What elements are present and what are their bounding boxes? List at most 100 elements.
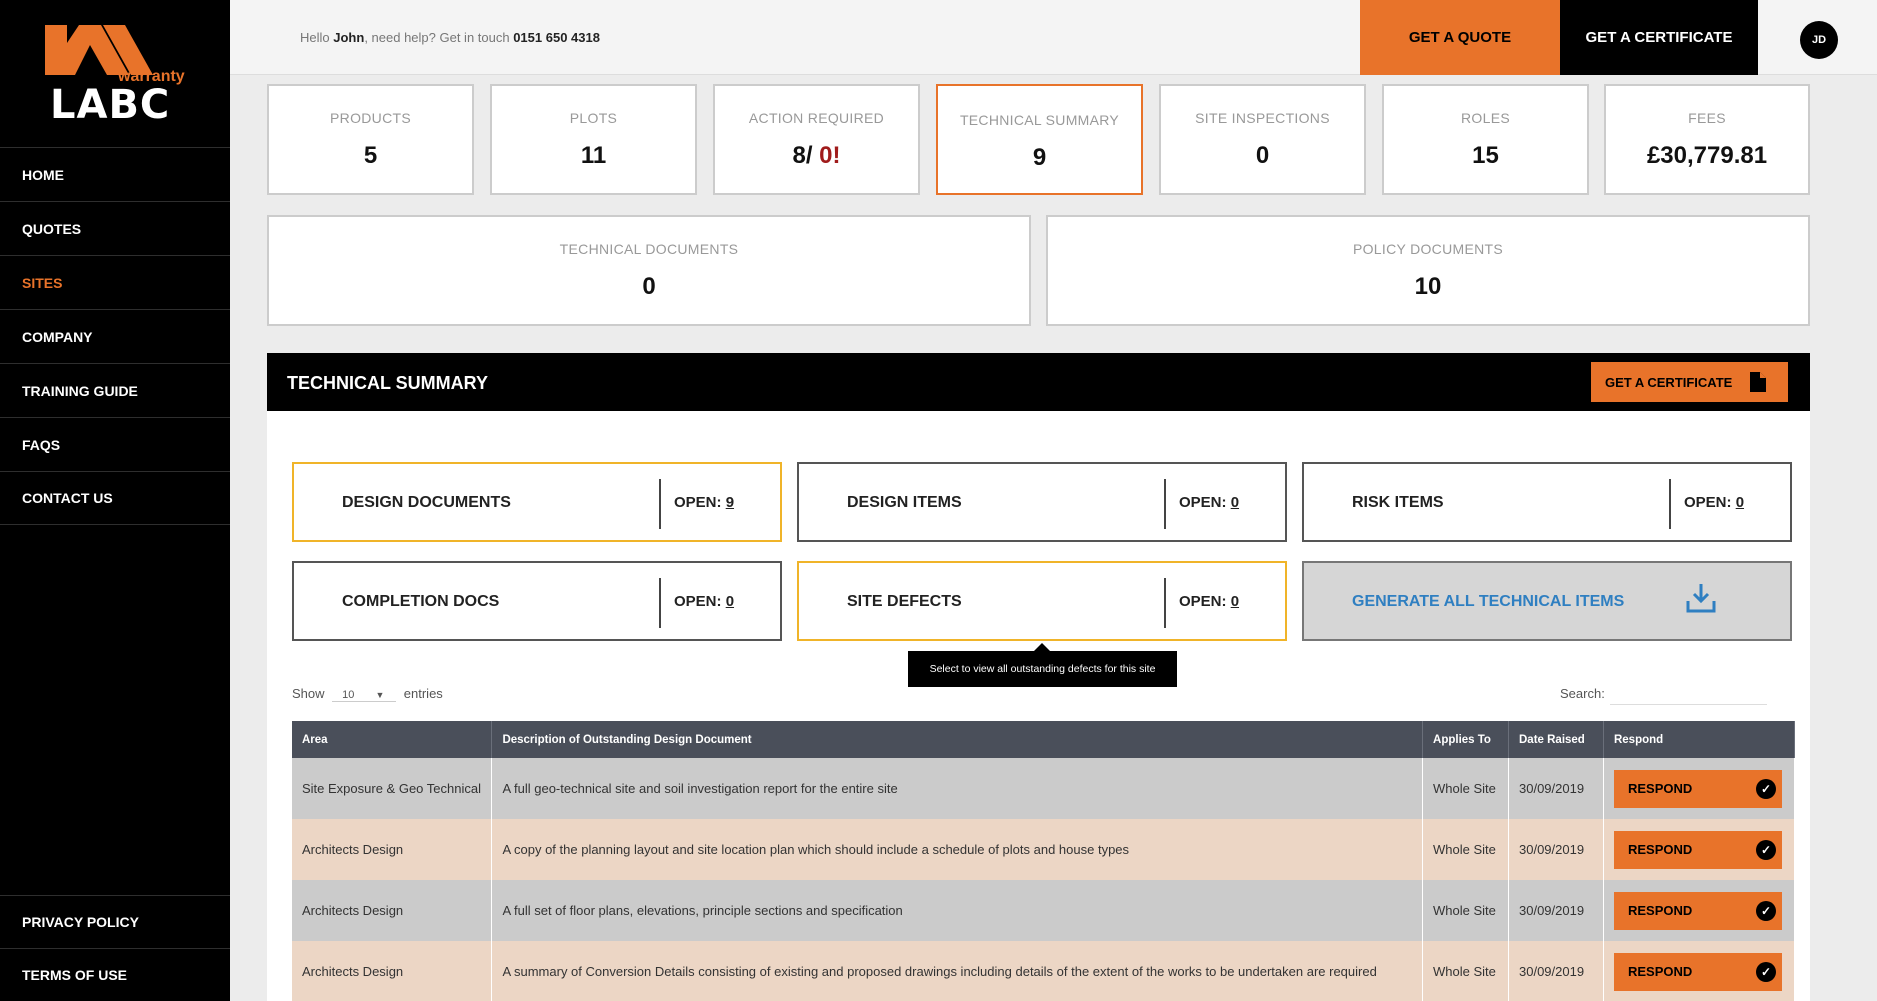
- cell-respond: RESPOND ✓: [1603, 758, 1796, 819]
- column-header-applies-to[interactable]: Applies To: [1422, 721, 1509, 758]
- respond-button[interactable]: RESPOND ✓: [1613, 830, 1782, 869]
- stat-card-action-required[interactable]: ACTION REQUIRED 8/ 0!: [713, 84, 920, 195]
- avatar[interactable]: JD: [1800, 21, 1838, 59]
- sidebar: warranty LABC HOME QUOTES SITES COMPANY …: [0, 0, 230, 1001]
- card-policy-documents[interactable]: POLICY DOCUMENTS 10: [1046, 215, 1810, 326]
- sidebar-item-faqs[interactable]: FAQS: [0, 417, 230, 471]
- open-label: OPEN:: [1179, 494, 1231, 511]
- show-label: Show: [292, 686, 325, 701]
- stat-value: 15: [1472, 142, 1499, 169]
- tile-risk-items[interactable]: RISK ITEMS OPEN: 0: [1302, 462, 1792, 542]
- card-technical-documents[interactable]: TECHNICAL DOCUMENTS 0: [267, 215, 1031, 326]
- sidebar-item-training-guide[interactable]: TRAINING GUIDE: [0, 363, 230, 417]
- tile-open-count: OPEN: 0: [1179, 494, 1239, 511]
- tile-name: DESIGN ITEMS: [847, 494, 962, 511]
- stat-value: 0: [642, 273, 656, 300]
- entries-control: Show 10 ▼ entries: [292, 686, 443, 702]
- tile-design-documents[interactable]: DESIGN DOCUMENTS OPEN: 9: [292, 462, 782, 542]
- stat-card-technical-summary[interactable]: TECHNICAL SUMMARY 9: [936, 84, 1143, 195]
- stat-card-fees[interactable]: FEES £30,779.81: [1604, 84, 1810, 195]
- column-header-respond[interactable]: Respond: [1603, 721, 1796, 758]
- labc-warranty-logo[interactable]: warranty LABC: [0, 0, 230, 145]
- table-search: Search:: [1560, 681, 1767, 705]
- get-a-certificate-button[interactable]: GET A CERTIFICATE: [1560, 0, 1758, 75]
- open-label: OPEN:: [1684, 494, 1736, 511]
- entries-select[interactable]: 10 ▼: [332, 689, 397, 702]
- stat-card-site-inspections[interactable]: SITE INSPECTIONS 0: [1159, 84, 1366, 195]
- open-count-link[interactable]: 9: [726, 494, 734, 511]
- stat-label: PLOTS: [569, 110, 618, 126]
- tile-name: DESIGN DOCUMENTS: [342, 494, 511, 511]
- tile-completion-docs[interactable]: COMPLETION DOCS OPEN: 0: [292, 561, 782, 641]
- logo-labc-text: LABC: [50, 82, 171, 128]
- table-row: Site Exposure & Geo Technical A full geo…: [292, 758, 1796, 819]
- cell-respond: RESPOND ✓: [1603, 880, 1796, 941]
- generate-label: GENERATE ALL TECHNICAL ITEMS: [1352, 593, 1625, 610]
- respond-button[interactable]: RESPOND ✓: [1613, 952, 1782, 991]
- privacy-policy-link[interactable]: PRIVACY POLICY: [0, 895, 230, 948]
- cell-respond: RESPOND ✓: [1603, 819, 1796, 880]
- tile-divider: [659, 578, 661, 628]
- terms-of-use-link[interactable]: TERMS OF USE: [0, 948, 230, 1001]
- cell-area: Site Exposure & Geo Technical: [292, 758, 493, 819]
- column-header-area[interactable]: Area: [292, 721, 493, 758]
- sidebar-item-quotes[interactable]: QUOTES: [0, 201, 230, 255]
- generate-all-technical-items-button[interactable]: GENERATE ALL TECHNICAL ITEMS: [1302, 561, 1792, 641]
- tile-design-items[interactable]: DESIGN ITEMS OPEN: 0: [797, 462, 1287, 542]
- stat-label: TECHNICAL SUMMARY: [959, 112, 1120, 128]
- sidebar-item-sites[interactable]: SITES: [0, 255, 230, 309]
- cell-applies-to: Whole Site: [1422, 941, 1509, 1001]
- open-count-link[interactable]: 0: [1736, 494, 1744, 511]
- open-count-link[interactable]: 0: [726, 593, 734, 610]
- greeting-help: , need help? Get in touch: [364, 30, 514, 45]
- tile-divider: [659, 479, 661, 529]
- tile-open-count: OPEN: 0: [1684, 494, 1744, 511]
- stat-label: SITE INSPECTIONS: [1195, 110, 1330, 126]
- respond-label: RESPOND: [1627, 842, 1693, 857]
- sidebar-item-company[interactable]: COMPANY: [0, 309, 230, 363]
- stat-label: FEES: [1688, 110, 1726, 126]
- stat-card-roles[interactable]: ROLES 15: [1382, 84, 1589, 195]
- cell-area: Architects Design: [292, 819, 493, 880]
- cell-date-raised: 30/09/2019: [1508, 758, 1604, 819]
- stat-value: 9: [1032, 144, 1047, 171]
- panel-header: TECHNICAL SUMMARY GET A CERTIFICATE: [267, 353, 1810, 411]
- panel-title: TECHNICAL SUMMARY: [287, 373, 488, 393]
- get-a-quote-button[interactable]: GET A QUOTE: [1360, 0, 1560, 75]
- sidebar-nav: HOME QUOTES SITES COMPANY TRAINING GUIDE…: [0, 147, 230, 525]
- stat-label: PRODUCTS: [330, 110, 411, 126]
- sidebar-item-home[interactable]: HOME: [0, 147, 230, 201]
- stat-value: 8/ 0!: [715, 142, 918, 170]
- search-input[interactable]: [1610, 681, 1767, 705]
- outstanding-documents-table: Area Description of Outstanding Design D…: [292, 721, 1796, 1001]
- cell-date-raised: 30/09/2019: [1508, 819, 1604, 880]
- respond-button[interactable]: RESPOND ✓: [1613, 891, 1782, 930]
- column-header-date-raised[interactable]: Date Raised: [1508, 721, 1604, 758]
- sidebar-item-contact-us[interactable]: CONTACT US: [0, 471, 230, 525]
- cell-date-raised: 30/09/2019: [1508, 941, 1604, 1001]
- cell-description: A summary of Conversion Details consisti…: [491, 941, 1424, 1001]
- cell-applies-to: Whole Site: [1422, 758, 1509, 819]
- stat-card-plots[interactable]: PLOTS 11: [490, 84, 697, 195]
- greeting-prefix: Hello: [300, 30, 334, 45]
- panel-get-certificate-button[interactable]: GET A CERTIFICATE: [1591, 362, 1788, 402]
- open-count-link[interactable]: 0: [1231, 593, 1239, 610]
- search-label: Search:: [1560, 686, 1605, 701]
- respond-label: RESPOND: [1627, 964, 1693, 979]
- stat-value: 5: [363, 142, 378, 169]
- entries-value: 10: [342, 689, 355, 701]
- stat-label: TECHNICAL DOCUMENTS: [559, 241, 739, 257]
- top-bar: Hello John, need help? Get in touch 0151…: [230, 0, 1877, 75]
- tile-name: COMPLETION DOCS: [342, 593, 500, 610]
- stat-card-products[interactable]: PRODUCTS 5: [267, 84, 474, 195]
- table-row: Architects Design A copy of the planning…: [292, 819, 1796, 880]
- respond-button[interactable]: RESPOND ✓: [1613, 769, 1782, 808]
- tile-site-defects[interactable]: SITE DEFECTS OPEN: 0: [797, 561, 1287, 641]
- column-header-description[interactable]: Description of Outstanding Design Docume…: [491, 721, 1424, 758]
- check-circle-icon: ✓: [1755, 778, 1776, 799]
- phone-number[interactable]: 0151 650 4318: [513, 30, 600, 45]
- stat-label: ACTION REQUIRED: [748, 110, 885, 126]
- cell-description: A full geo-technical site and soil inves…: [491, 758, 1424, 819]
- open-count-link[interactable]: 0: [1231, 494, 1239, 511]
- table-row: Architects Design A summary of Conversio…: [292, 941, 1796, 1001]
